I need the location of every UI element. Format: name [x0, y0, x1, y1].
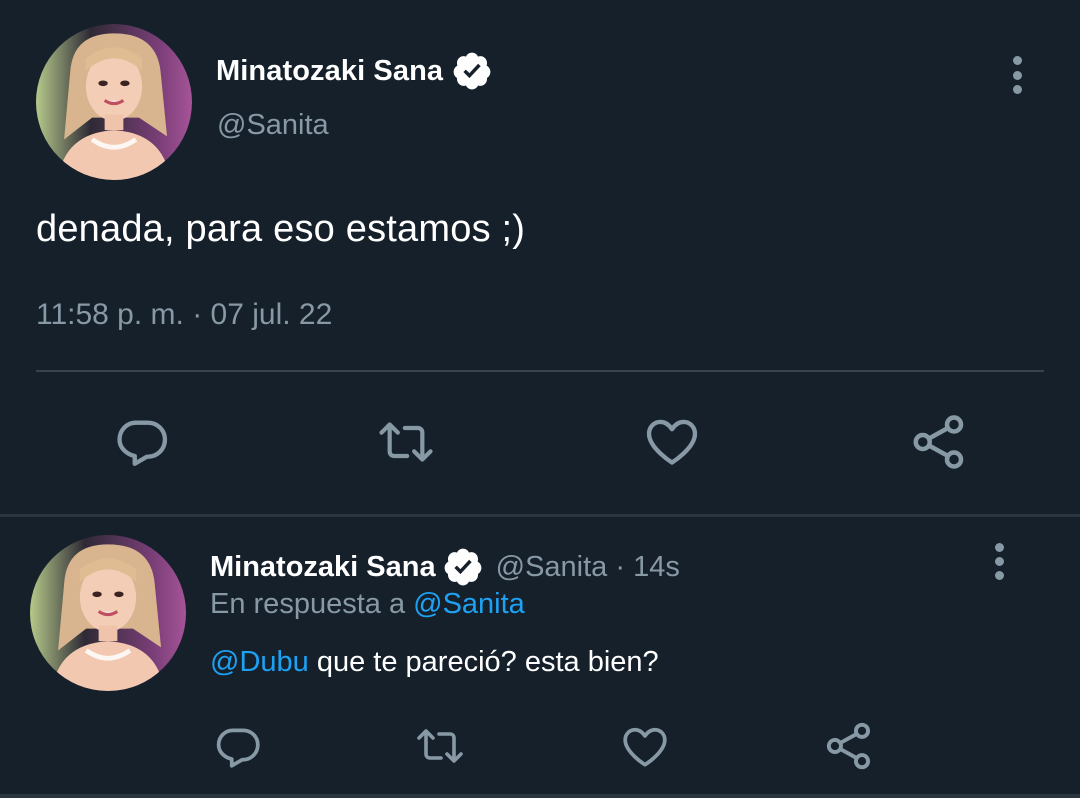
reply-icon[interactable]: [213, 722, 263, 772]
verified-badge-icon: [444, 548, 481, 586]
retweet-icon[interactable]: [373, 414, 439, 470]
reply-author-name[interactable]: Minatozaki Sana: [210, 551, 436, 584]
author-name-row: Minatozaki Sana: [216, 50, 493, 92]
tweet-text: denada, para eso estamos ;): [36, 208, 526, 250]
author-avatar[interactable]: [36, 24, 192, 180]
share-icon[interactable]: [909, 412, 969, 472]
avatar-image: [36, 24, 192, 180]
more-vertical-icon[interactable]: [1005, 56, 1029, 94]
reply-icon[interactable]: [113, 413, 171, 471]
verified-badge-icon: [453, 52, 491, 90]
in-reply-to: En respuesta a @Sanita: [210, 588, 525, 621]
retweet-icon[interactable]: [412, 722, 468, 770]
reply-author-avatar[interactable]: [30, 535, 186, 691]
section-separator: [0, 514, 1080, 517]
more-vertical-icon[interactable]: [987, 543, 1011, 580]
reply-body: que te pareció? esta bien?: [316, 646, 659, 678]
share-icon[interactable]: [823, 720, 875, 772]
author-handle[interactable]: @Sanita: [217, 109, 329, 142]
author-name[interactable]: Minatozaki Sana: [216, 55, 443, 88]
reply-header: Minatozaki Sana @Sanita · 14s: [210, 546, 680, 588]
bottom-separator: [0, 794, 1080, 798]
in-reply-to-label: En respuesta a: [210, 588, 406, 620]
in-reply-to-link[interactable]: @Sanita: [413, 588, 525, 620]
reply-meta: @Sanita · 14s: [495, 550, 680, 583]
tweet-timestamp[interactable]: 11:58 p. m. · 07 jul. 22: [36, 298, 332, 332]
tweet-detail-screen: Minatozaki Sana @Sanita denada, para eso…: [0, 0, 1080, 798]
mention-link[interactable]: @Dubu: [210, 646, 309, 678]
reply-tweet-text: @Dubu que te pareció? esta bien?: [210, 646, 659, 679]
divider: [36, 370, 1044, 372]
avatar-image: [30, 535, 186, 691]
heart-icon[interactable]: [620, 722, 670, 772]
heart-icon[interactable]: [643, 413, 701, 471]
